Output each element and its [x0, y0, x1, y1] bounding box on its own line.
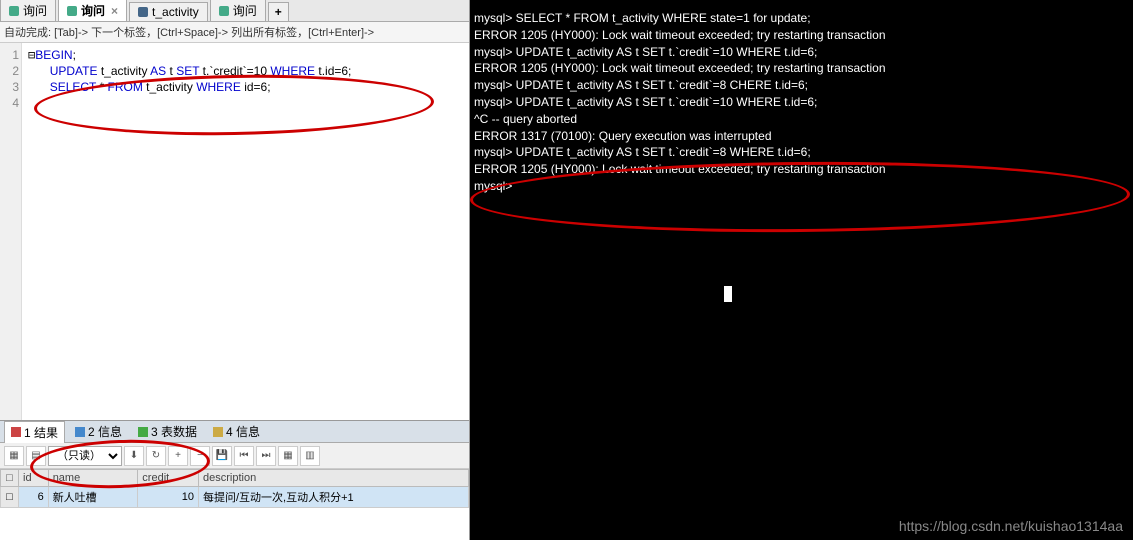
first-button[interactable]: ⏮ [234, 446, 254, 466]
sql-text: * [96, 80, 107, 94]
term-line: ERROR 1205 (HY000): Lock wait timeout ex… [474, 60, 1129, 77]
col-credit[interactable]: credit [138, 470, 199, 487]
delete-row-button[interactable]: − [190, 446, 210, 466]
term-line: mysql> SELECT * FROM t_activity WHERE st… [474, 10, 1129, 27]
term-line: mysql> UPDATE t_activity AS t SET t.`cre… [474, 77, 1129, 94]
query-icon [67, 6, 77, 16]
cell-id[interactable]: 6 [19, 487, 49, 508]
info-icon [213, 427, 223, 437]
sql-keyword: UPDATE [50, 64, 98, 78]
tab-query-3[interactable]: 询问 [210, 0, 266, 21]
table-icon [138, 7, 148, 17]
results-toolbar: ▦ ▤ （只读） ⬇ ↻ + − 💾 ⏮ ⏭ ▦ ▥ [0, 443, 469, 469]
table-row[interactable]: □ 6 新人吐槽 10 每提问/互动一次,互动人积分+1 [1, 487, 469, 508]
sql-keyword: AS [150, 64, 166, 78]
tab-add[interactable]: + [268, 2, 289, 21]
tab-query-1[interactable]: 询问 [0, 0, 56, 21]
sql-text: t [166, 64, 176, 78]
terminal-cursor [724, 286, 732, 302]
line-number: 1 [2, 47, 19, 63]
tab-t-activity[interactable]: t_activity [129, 2, 208, 21]
line-number: 4 [2, 95, 19, 111]
cell-description[interactable]: 每提问/互动一次,互动人积分+1 [199, 487, 469, 508]
results-grid[interactable]: □ id name credit description □ 6 新人吐槽 10… [0, 469, 469, 540]
grid-view-button[interactable]: ▦ [4, 446, 24, 466]
sql-keyword: SET [176, 64, 199, 78]
plus-icon: + [275, 5, 282, 19]
query-icon [9, 6, 19, 16]
sql-text: t_activity [143, 80, 196, 94]
form-view-button[interactable]: ▤ [26, 446, 46, 466]
header-row: □ id name credit description [1, 470, 469, 487]
term-line: ERROR 1317 (70100): Query execution was … [474, 128, 1129, 145]
add-row-button[interactable]: + [168, 446, 188, 466]
line-number: 3 [2, 79, 19, 95]
save-button[interactable]: 💾 [212, 446, 232, 466]
sql-text: id=6; [241, 80, 271, 94]
tab-label: 询问 [233, 2, 257, 19]
line-gutter: 1 2 3 4 [0, 43, 22, 420]
sql-text: t_activity [97, 64, 150, 78]
readonly-select[interactable]: （只读） [48, 446, 122, 466]
terminal[interactable]: mysql> SELECT * FROM t_activity WHERE st… [470, 0, 1133, 540]
line-number: 2 [2, 63, 19, 79]
tab-info2[interactable]: 4 信息 [207, 421, 266, 442]
query-icon [219, 6, 229, 16]
sql-text: t.id=6; [315, 64, 351, 78]
term-prompt: mysql> [474, 178, 1129, 195]
sort-button[interactable]: ▥ [300, 446, 320, 466]
term-line: mysql> UPDATE t_activity AS t SET t.`cre… [474, 94, 1129, 111]
sql-keyword: WHERE [270, 64, 315, 78]
tab-label: 询问 [81, 2, 105, 19]
cursor-wrap [724, 285, 1129, 302]
cell-credit[interactable]: 10 [138, 487, 199, 508]
watermark: https://blog.csdn.net/kuishao1314aa [899, 518, 1123, 534]
autocomplete-hint: 自动完成: [Tab]-> 下一个标签，[Ctrl+Space]-> 列出所有标… [0, 22, 469, 43]
term-line: ERROR 1205 (HY000): Lock wait timeout ex… [474, 161, 1129, 178]
cell-name[interactable]: 新人吐槽 [48, 487, 138, 508]
tab-label: 询问 [23, 2, 47, 19]
term-line: mysql> UPDATE t_activity AS t SET t.`cre… [474, 44, 1129, 61]
sql-keyword: BEGIN [35, 48, 72, 62]
term-line: ^C -- query aborted [474, 111, 1129, 128]
filter-button[interactable]: ▦ [278, 446, 298, 466]
left-pane: 询问 询问 × t_activity 询问 + 自动完成: [Tab]-> 下一个… [0, 0, 470, 540]
tab-results[interactable]: 1 结果 [4, 421, 65, 443]
tab-query-2[interactable]: 询问 × [58, 0, 127, 21]
code-area[interactable]: ⊟BEGIN; UPDATE t_activity AS t SET t.`cr… [22, 43, 469, 420]
tab-label: t_activity [152, 5, 199, 19]
sql-keyword: FROM [108, 80, 143, 94]
sql-keyword: SELECT [50, 80, 96, 94]
table-icon [138, 427, 148, 437]
sql-text: t.`credit`=10 [199, 64, 270, 78]
col-name[interactable]: name [48, 470, 138, 487]
col-id[interactable]: id [19, 470, 49, 487]
tab-info[interactable]: 2 信息 [69, 421, 128, 442]
close-icon[interactable]: × [111, 4, 118, 18]
term-line: ERROR 1205 (HY000): Lock wait timeout ex… [474, 27, 1129, 44]
refresh-button[interactable]: ↻ [146, 446, 166, 466]
editor-tabbar: 询问 询问 × t_activity 询问 + [0, 0, 469, 22]
row-header: □ [1, 470, 19, 487]
col-description[interactable]: description [199, 470, 469, 487]
results-panel: 1 结果 2 信息 3 表数据 4 信息 ▦ ▤ （只读） ⬇ ↻ + − 💾 … [0, 420, 469, 540]
sql-text: ; [73, 48, 76, 62]
sql-editor[interactable]: 1 2 3 4 ⊟BEGIN; UPDATE t_activity AS t S… [0, 43, 469, 420]
tab-label: 1 结果 [24, 424, 58, 441]
sql-keyword: WHERE [196, 80, 241, 94]
row-marker[interactable]: □ [1, 487, 19, 508]
tab-label: 3 表数据 [151, 423, 197, 440]
export-button[interactable]: ⬇ [124, 446, 144, 466]
tab-label: 2 信息 [88, 423, 122, 440]
tab-tabledata[interactable]: 3 表数据 [132, 421, 203, 442]
grid-icon [11, 427, 21, 437]
info-icon [75, 427, 85, 437]
term-line: mysql> UPDATE t_activity AS t SET t.`cre… [474, 144, 1129, 161]
results-tabbar: 1 结果 2 信息 3 表数据 4 信息 [0, 421, 469, 443]
last-button[interactable]: ⏭ [256, 446, 276, 466]
tab-label: 4 信息 [226, 423, 260, 440]
